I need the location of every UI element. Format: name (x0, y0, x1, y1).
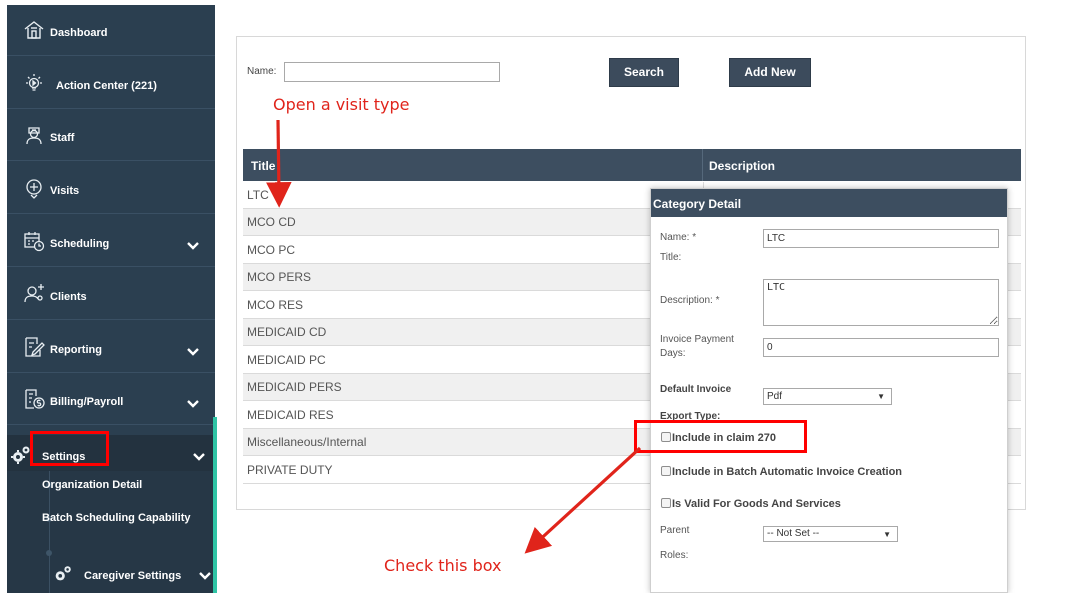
checkbox-label: Is Valid For Goods And Services (672, 498, 841, 510)
chevron-down-icon[interactable] (187, 344, 199, 356)
highlight-settings (30, 431, 109, 466)
divider (702, 149, 703, 181)
sidebar-item-label: Billing/Payroll (50, 396, 124, 408)
home-icon (23, 19, 47, 43)
row-title[interactable]: MCO PERS (247, 270, 311, 284)
parent-value: -- Not Set -- (767, 528, 820, 539)
sidebar-item-label: Staff (50, 132, 75, 144)
sidebar-item-staff[interactable]: Staff (7, 118, 213, 158)
dialog-title: Category Detail (653, 197, 742, 211)
export-type-value: Pdf (767, 391, 783, 402)
active-section-accent (213, 417, 217, 593)
chevron-down-icon[interactable] (193, 449, 205, 467)
name-label: Name: (247, 66, 277, 77)
row-title[interactable]: MEDICAID PERS (247, 380, 342, 394)
column-header-description[interactable]: Description (709, 159, 775, 173)
sidebar-item-label: Visits (50, 185, 80, 197)
sidebar-item-billing-payroll[interactable]: Billing/Payroll (7, 382, 213, 422)
row-title[interactable]: MCO CD (247, 215, 296, 229)
name-search-input[interactable] (284, 62, 500, 82)
sidebar-item-label: Action Center (221) (56, 80, 157, 92)
row-title[interactable]: MEDICAID RES (247, 408, 334, 422)
chevron-down-icon[interactable] (199, 568, 211, 586)
report-edit-icon (23, 336, 47, 360)
name-field-label: Name: * (660, 232, 697, 243)
submenu-item-organization-detail[interactable]: Organization Detail (42, 479, 142, 491)
checkbox-goods-services[interactable]: Is Valid For Goods And Services (661, 498, 841, 510)
checkbox-batch-invoice[interactable]: Include in Batch Automatic Invoice Creat… (661, 466, 902, 478)
app-root: Dashboard Action Center (221) Staff Visi… (0, 0, 1082, 593)
sidebar-item-clients[interactable]: Clients (7, 277, 213, 317)
billing-icon (23, 388, 47, 412)
visit-icon (23, 177, 47, 201)
sidebar-item-visits[interactable]: Visits (7, 171, 213, 211)
row-title[interactable]: MEDICAID CD (247, 325, 326, 339)
sidebar-item-action-center[interactable]: Action Center (221) (7, 66, 213, 106)
category-name-input[interactable] (763, 229, 999, 248)
gears-icon (52, 563, 74, 585)
sidebar-item-label: Reporting (50, 344, 102, 356)
clients-icon (23, 283, 47, 307)
chevron-down-icon[interactable] (187, 238, 199, 250)
description-textarea[interactable]: LTC (763, 279, 999, 326)
dropdown-arrow-icon: ▼ (883, 530, 891, 539)
submenu-dot (46, 550, 52, 556)
title-field-label: Title: (660, 252, 682, 263)
roles-label: Roles: (660, 550, 689, 561)
row-title[interactable]: Miscellaneous/Internal (247, 435, 366, 449)
submenu-item-caregiver-settings[interactable]: Caregiver Settings (84, 570, 181, 582)
parent-label: Parent (660, 525, 690, 536)
submenu-item-batch-scheduling[interactable]: Batch Scheduling Capability (42, 512, 191, 524)
invoice-days-label: Invoice Payment Days: (660, 334, 734, 359)
annotation-open-visit-type: Open a visit type (273, 95, 410, 114)
sidebar-item-reporting[interactable]: Reporting (7, 330, 213, 370)
sidebar-item-dashboard[interactable]: Dashboard (7, 13, 213, 53)
row-title[interactable]: MEDICAID PC (247, 353, 326, 367)
divider (7, 213, 215, 214)
row-title[interactable]: LTC (247, 188, 269, 202)
row-title[interactable]: PRIVATE DUTY (247, 463, 333, 477)
export-type-select[interactable]: Pdf ▼ (763, 388, 892, 405)
table-header: Title Description (243, 149, 1021, 181)
divider (7, 266, 215, 267)
add-new-button[interactable]: Add New (729, 58, 811, 87)
highlight-claim-270 (634, 420, 807, 453)
sidebar-item-label: Dashboard (50, 27, 108, 39)
description-field-label: Description: * (660, 295, 720, 306)
sidebar-item-label: Clients (50, 291, 87, 303)
checkbox-label: Include in Batch Automatic Invoice Creat… (672, 466, 903, 478)
divider (7, 372, 215, 373)
sidebar-item-scheduling[interactable]: Scheduling (7, 224, 213, 264)
row-title[interactable]: MCO RES (247, 298, 303, 312)
category-detail-dialog: Category Detail Name: * Title: Descripti… (650, 188, 1008, 593)
parent-select[interactable]: -- Not Set -- ▼ (763, 526, 898, 542)
column-header-title[interactable]: Title (251, 159, 275, 173)
divider (7, 160, 215, 161)
divider (7, 108, 215, 109)
staff-icon (23, 124, 47, 148)
divider (7, 319, 215, 320)
invoice-days-input[interactable] (763, 338, 999, 357)
row-title[interactable]: MCO PC (247, 243, 295, 257)
dropdown-arrow-icon: ▼ (877, 392, 885, 401)
checkbox-icon[interactable] (661, 498, 671, 508)
annotation-check-box: Check this box (384, 556, 502, 575)
sidebar: Dashboard Action Center (221) Staff Visi… (7, 5, 215, 593)
sidebar-item-label: Scheduling (50, 238, 110, 250)
lightbulb-icon (23, 72, 47, 96)
divider (7, 55, 215, 56)
search-button[interactable]: Search (609, 58, 679, 87)
calendar-clock-icon (23, 230, 47, 254)
dialog-header: Category Detail (651, 189, 1007, 217)
chevron-down-icon[interactable] (187, 396, 199, 408)
divider (7, 424, 215, 425)
checkbox-icon[interactable] (661, 466, 671, 476)
